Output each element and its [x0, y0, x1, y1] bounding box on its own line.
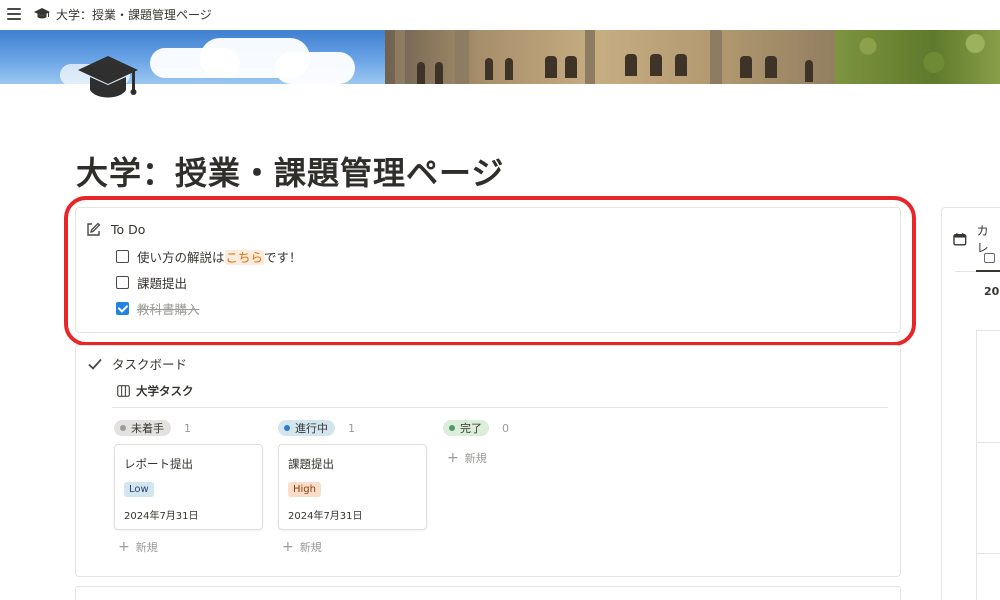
board-group-header[interactable]: 進行中 1	[278, 420, 355, 436]
board-view-icon	[117, 385, 130, 397]
status-pill: 完了	[443, 420, 489, 436]
hamburger-menu-icon[interactable]	[7, 8, 21, 20]
group-count: 1	[184, 421, 191, 435]
priority-tag: Low	[124, 482, 154, 497]
calendar-grid-line	[976, 553, 1000, 554]
page-title[interactable]: 大学：授業・課題管理ページ	[76, 148, 504, 194]
database-title[interactable]: 大学タスク	[117, 383, 194, 399]
breadcrumb-title[interactable]: 大学：授業・課題管理ページ	[56, 6, 212, 23]
divider	[112, 407, 888, 408]
calendar-grid-line	[976, 330, 1000, 331]
status-pill: 未着手	[114, 420, 171, 436]
task-board-title: タスクボード	[112, 357, 188, 372]
active-tab-indicator	[976, 270, 1000, 272]
board-card[interactable]: レポート提出 Low 2024年7月31日	[114, 444, 263, 530]
graduation-cap-icon[interactable]	[76, 52, 140, 106]
plus-icon: +	[447, 450, 459, 466]
calendar-title: カレ	[976, 224, 989, 255]
board-group-header[interactable]: 完了 0	[443, 420, 509, 436]
calendar-grid	[976, 330, 1000, 600]
group-count: 1	[348, 421, 355, 435]
card-date: 2024年7月31日	[124, 511, 199, 522]
calendar-icon	[953, 233, 967, 246]
new-card-button[interactable]: + 新規	[118, 539, 158, 555]
calendar-grid-line	[976, 442, 1000, 443]
priority-tag: High	[288, 482, 321, 497]
plus-icon: +	[118, 539, 130, 555]
calendar-year[interactable]: 202	[984, 285, 1000, 298]
highlight-outline	[64, 196, 916, 346]
card-date: 2024年7月31日	[288, 511, 363, 522]
next-block	[75, 586, 901, 600]
calendar-view-icon[interactable]	[984, 253, 995, 263]
cover-image[interactable]	[0, 30, 1000, 84]
calendar-heading: カレ	[953, 222, 1000, 256]
card-title: レポート提出	[124, 457, 193, 471]
plus-icon: +	[282, 539, 294, 555]
new-card-button[interactable]: + 新規	[282, 539, 322, 555]
task-board-heading: タスクボード	[88, 354, 187, 373]
status-pill: 進行中	[278, 420, 335, 436]
board-card[interactable]: 課題提出 High 2024年7月31日	[278, 444, 427, 530]
board-group-header[interactable]: 未着手 1	[114, 420, 191, 436]
top-bar: 大学：授業・課題管理ページ	[0, 0, 1000, 30]
check-icon	[88, 358, 102, 370]
card-title: 課題提出	[288, 457, 334, 471]
graduation-cap-icon	[34, 8, 50, 19]
database-name: 大学タスク	[136, 384, 194, 398]
group-count: 0	[502, 421, 509, 435]
new-card-button[interactable]: + 新規	[447, 450, 487, 466]
